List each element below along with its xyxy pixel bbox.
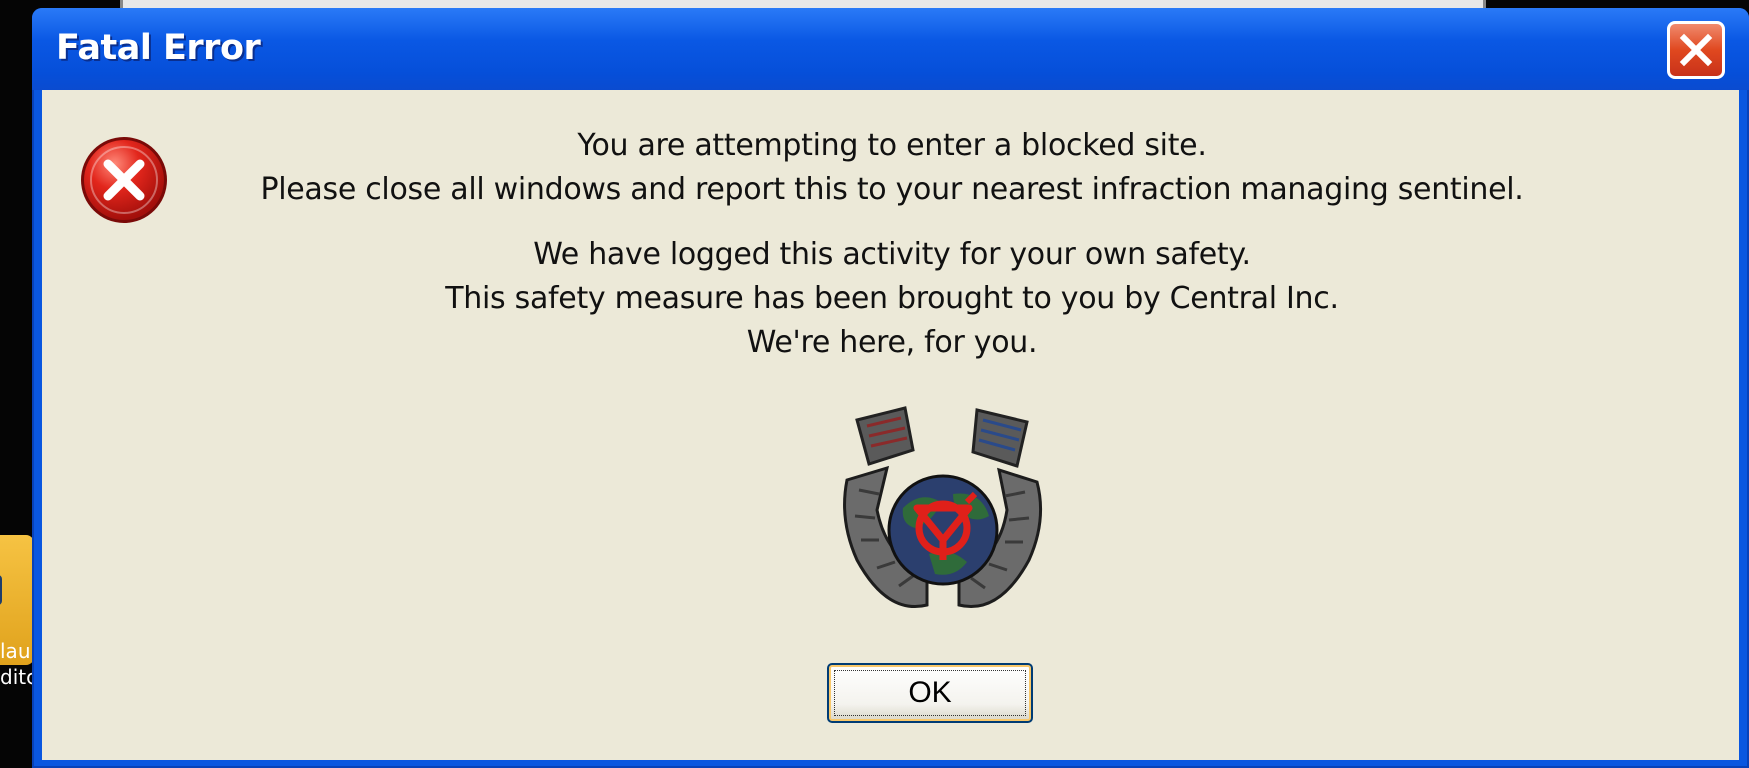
message-line-1: You are attempting to enter a blocked si… (577, 128, 1207, 163)
ok-button[interactable]: OK (827, 663, 1033, 723)
message-group-1: You are attempting to enter a blocked si… (212, 124, 1572, 212)
error-icon (81, 137, 167, 223)
central-inc-logo (843, 406, 1043, 608)
fatal-error-dialog: Fatal Error You are attempting to enter … (32, 8, 1749, 768)
close-button[interactable] (1667, 21, 1725, 79)
message-line-3: We have logged this activity for your ow… (533, 237, 1251, 272)
dialog-titlebar[interactable]: Fatal Error (32, 8, 1749, 90)
ok-button-focus-ring (834, 670, 1026, 716)
desktop-icon-label-1: lau (0, 639, 31, 663)
message-group-2: We have logged this activity for your ow… (212, 233, 1572, 365)
folder-glyph-icon (0, 575, 2, 605)
message-line-5: We're here, for you. (746, 325, 1038, 360)
message-line-4: This safety measure has been brought to … (445, 281, 1339, 316)
dialog-body: You are attempting to enter a blocked si… (42, 90, 1739, 760)
close-icon (1679, 33, 1713, 67)
dialog-title: Fatal Error (56, 28, 261, 68)
message-line-2: Please close all windows and report this… (260, 172, 1524, 207)
